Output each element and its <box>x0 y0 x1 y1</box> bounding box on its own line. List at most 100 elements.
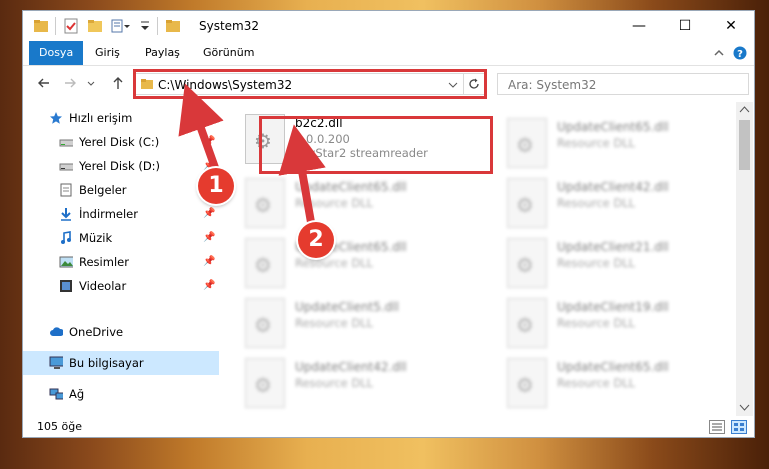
file-type: Resource DLL <box>295 376 374 390</box>
dll-file-icon: ⚙ <box>245 298 285 348</box>
file-name: UpdateClient5.dll <box>295 300 399 314</box>
file-type: Resource DLL <box>557 196 636 210</box>
scroll-up-icon[interactable] <box>739 105 750 115</box>
sidebar-item-local-disk-d[interactable]: Yerel Disk (D:) 📌 <box>23 154 219 178</box>
list-item[interactable]: ⚙ UpdateClient19.dll Resource DLL <box>495 294 725 354</box>
dll-file-icon: ⚙ <box>245 178 285 228</box>
list-item[interactable]: ⚙ UpdateClient65.dll Resource DLL <box>495 354 725 414</box>
sidebar-item-onedrive[interactable]: OneDrive <box>23 320 219 344</box>
tab-home[interactable]: Giriş <box>85 41 130 65</box>
arrow-right-icon <box>65 78 76 88</box>
drive-icon <box>59 163 73 171</box>
sidebar-item-music[interactable]: Müzik 📌 <box>23 226 219 250</box>
details-view-icon <box>712 423 722 431</box>
file-list: ⚙ b2c2.dll 1.0.0.200 SkyStar2 streamread… <box>233 102 733 416</box>
list-item[interactable]: ⚙ UpdateClient65.dll Resource DLL <box>233 174 463 234</box>
help-icon[interactable]: ? <box>733 46 747 60</box>
pin-icon: 📌 <box>203 256 216 267</box>
pin-icon: 📌 <box>203 208 216 219</box>
forward-button[interactable] <box>61 75 79 93</box>
scroll-down-icon[interactable] <box>739 402 750 412</box>
sidebar-item-videos[interactable]: Videolar 📌 <box>23 274 219 298</box>
star-icon <box>50 112 62 124</box>
drive-icon <box>59 139 73 147</box>
sidebar-item-label: Yerel Disk (D:) <box>79 159 161 173</box>
sidebar-item-this-pc[interactable]: Bu bilgisayar <box>23 351 219 375</box>
chevron-down-icon <box>87 81 95 86</box>
customize-toolbar-icon[interactable] <box>111 18 131 34</box>
sidebar-item-pictures[interactable]: Resimler 📌 <box>23 250 219 274</box>
file-type: Resource DLL <box>295 256 374 270</box>
ribbon-tabs: Dosya Giriş Paylaş Görünüm ? <box>23 41 754 66</box>
cloud-icon <box>50 327 63 336</box>
dll-file-icon: ⚙ <box>245 238 285 288</box>
window-title: System32 <box>199 19 260 33</box>
sidebar-item-network[interactable]: Ağ <box>23 382 219 406</box>
sidebar-item-label: OneDrive <box>69 325 124 339</box>
sidebar-item-label: Resimler <box>79 255 129 269</box>
list-item[interactable]: ⚙ UpdateClient5.dll Resource DLL <box>233 294 463 354</box>
file-name: UpdateClient21.dll <box>557 240 669 254</box>
details-view-button[interactable] <box>709 420 725 434</box>
gear-icon: ⚙ <box>516 133 534 157</box>
list-item[interactable]: ⚙ UpdateClient65.dll Resource DLL <box>495 114 725 174</box>
tab-file[interactable]: Dosya <box>29 41 84 65</box>
documents-icon <box>60 183 72 197</box>
gear-icon: ⚙ <box>254 253 272 277</box>
sidebar-item-local-disk-c[interactable]: Yerel Disk (C:) 📌 <box>23 130 219 154</box>
pin-icon: 📌 <box>203 136 216 147</box>
file-type: Resource DLL <box>295 316 374 330</box>
search-placeholder: Ara: System32 <box>508 78 597 92</box>
list-item[interactable]: ⚙ UpdateClient65.dll Resource DLL <box>233 234 463 294</box>
svg-text:?: ? <box>737 49 743 60</box>
sidebar-item-label: Yerel Disk (C:) <box>79 135 160 149</box>
minimize-button[interactable]: — <box>616 11 662 41</box>
dll-file-icon: ⚙ <box>507 118 547 168</box>
pictures-icon <box>59 256 73 268</box>
gear-icon: ⚙ <box>516 313 534 337</box>
vertical-scrollbar[interactable] <box>736 102 753 416</box>
sidebar-item-quick-access[interactable]: Hızlı erişim <box>23 106 219 130</box>
file-name: UpdateClient42.dll <box>557 180 669 194</box>
tiles-view-icon <box>734 423 744 431</box>
pin-icon: 📌 <box>203 232 216 243</box>
list-item[interactable]: ⚙ UpdateClient21.dll Resource DLL <box>495 234 725 294</box>
title-divider <box>157 17 158 35</box>
maximize-button[interactable]: ☐ <box>662 11 708 41</box>
gear-icon: ⚙ <box>516 253 534 277</box>
tab-share[interactable]: Paylaş <box>135 41 190 65</box>
sidebar-item-label: Hızlı erişim <box>69 111 133 125</box>
explorer-window: System32 — ☐ ✕ Dosya Giriş Paylaş Görünü… <box>22 10 755 438</box>
address-highlight-box <box>133 69 487 99</box>
status-bar: 105 öğe <box>23 416 754 437</box>
network-icon <box>49 388 63 400</box>
computer-icon <box>49 356 63 369</box>
sidebar-item-documents[interactable]: Belgeler 📌 <box>23 178 219 202</box>
sidebar-item-label: Videolar <box>79 279 127 293</box>
sidebar-item-label: Belgeler <box>79 183 127 197</box>
expand-ribbon-icon[interactable] <box>713 47 725 59</box>
properties-icon[interactable] <box>63 18 79 34</box>
sidebar-item-downloads[interactable]: İndirmeler 📌 <box>23 202 219 226</box>
tab-view[interactable]: Görünüm <box>193 41 264 65</box>
download-icon <box>61 208 71 221</box>
file-type: Resource DLL <box>557 136 636 150</box>
list-item[interactable]: ⚙ UpdateClient42.dll Resource DLL <box>495 174 725 234</box>
video-icon <box>60 280 72 292</box>
navigation-pane: Hızlı erişim Yerel Disk (C:) 📌 Yerel Dis… <box>23 102 219 416</box>
sidebar-item-label: İndirmeler <box>79 207 138 221</box>
search-input[interactable]: Ara: System32 <box>497 73 749 95</box>
recent-locations-button[interactable] <box>85 75 97 93</box>
back-button[interactable] <box>35 75 53 93</box>
tiles-view-button[interactable] <box>731 420 747 434</box>
list-item[interactable]: ⚙ UpdateClient42.dll Resource DLL <box>233 354 463 414</box>
dll-file-icon: ⚙ <box>507 298 547 348</box>
up-button[interactable] <box>109 75 127 93</box>
scrollbar-thumb[interactable] <box>739 120 750 170</box>
close-button[interactable]: ✕ <box>708 11 754 41</box>
folder-icon[interactable] <box>33 18 49 34</box>
chevron-down-icon[interactable] <box>139 18 151 34</box>
pin-icon: 📌 <box>203 280 216 291</box>
title-bar: System32 — ☐ ✕ <box>23 11 754 41</box>
new-folder-icon[interactable] <box>87 18 103 34</box>
